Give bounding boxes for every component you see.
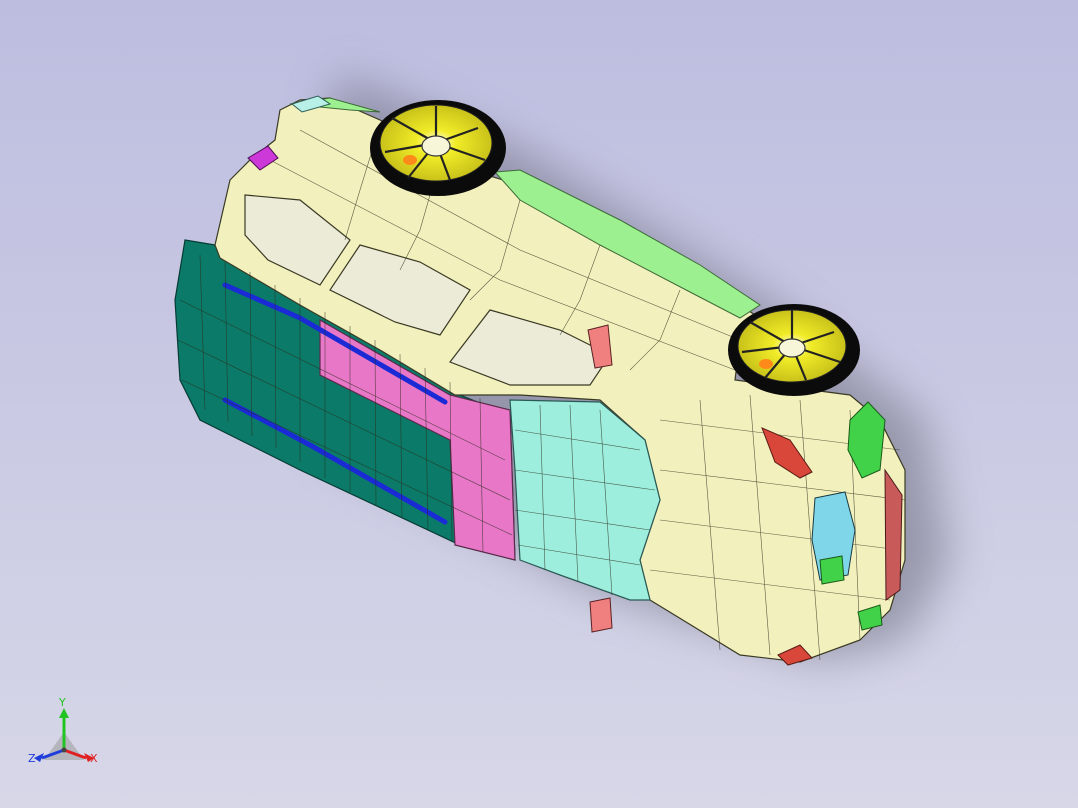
car-model-view[interactable]: [0, 0, 1078, 808]
triad-origin: [61, 747, 67, 753]
mirror-lower[interactable]: [589, 597, 613, 633]
z-axis-label: Z: [28, 752, 36, 765]
wheel-front[interactable]: [728, 304, 860, 396]
x-axis-label: X: [90, 752, 98, 765]
cad-viewport[interactable]: Y X Z: [0, 0, 1078, 808]
grille-green: [819, 555, 845, 585]
y-axis-arrow: [59, 708, 69, 718]
y-axis-label: Y: [58, 696, 66, 709]
axis-triad[interactable]: Y X Z: [22, 692, 112, 782]
wheel-rear[interactable]: [370, 100, 506, 196]
